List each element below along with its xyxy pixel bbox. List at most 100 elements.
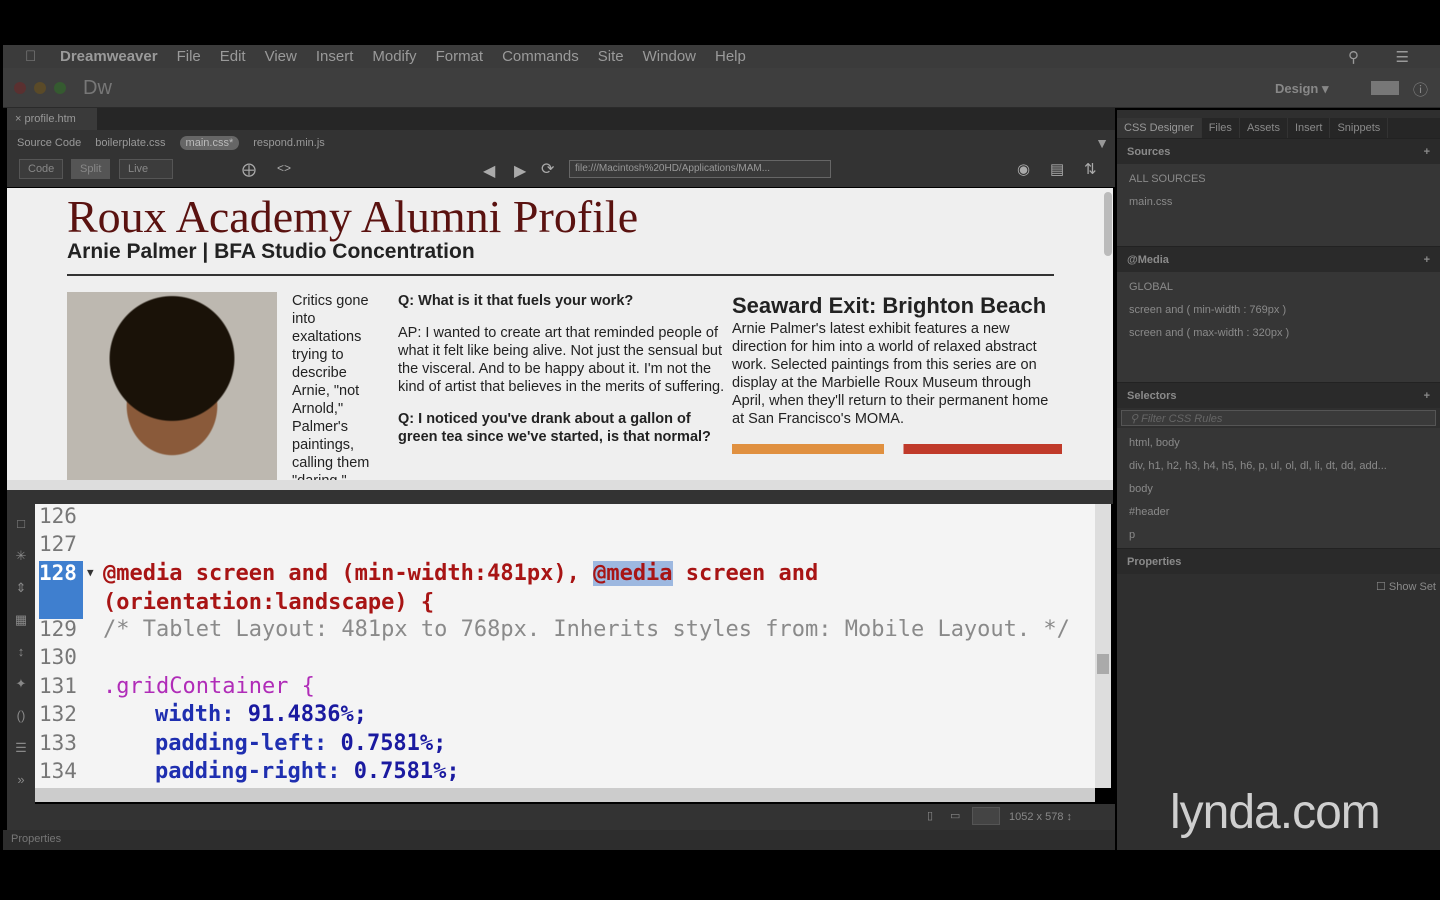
live-view-button[interactable]: Live xyxy=(119,159,174,179)
preview-browser-icon[interactable]: ◉ xyxy=(1017,160,1030,178)
balance-icon[interactable]: ↕ xyxy=(7,636,35,668)
menu-bar:  Dreamweaver File Edit View Insert Modi… xyxy=(3,45,1440,68)
more-icon[interactable]: » xyxy=(7,764,35,796)
tablet-size-icon[interactable]: ▭ xyxy=(950,809,960,822)
selector-item[interactable]: div, h1, h2, h3, h4, h5, h6, p, ul, ol, … xyxy=(1129,455,1428,478)
line-number: 130 xyxy=(39,645,77,669)
related-main-css[interactable]: main.css* xyxy=(179,135,240,150)
split-view-button[interactable]: Split xyxy=(71,159,111,179)
info-icon[interactable]: ⓘ xyxy=(1413,79,1428,100)
add-selector-button[interactable]: + xyxy=(1424,390,1430,402)
related-boilerplate[interactable]: boilerplate.css xyxy=(95,137,165,149)
related-source-code[interactable]: Source Code xyxy=(17,137,81,149)
show-set-checkbox[interactable]: ☐ xyxy=(1376,581,1389,593)
select-parent-icon[interactable]: ▦ xyxy=(7,604,35,636)
css-designer-panel: CSS Designer Files Assets Insert Snippet… xyxy=(1117,110,1440,850)
forward-icon[interactable]: ▶ xyxy=(514,161,526,181)
line-number: 126 xyxy=(39,504,77,528)
filter-icon[interactable]: ▼ xyxy=(1095,135,1109,151)
code-line-128c: screen and xyxy=(672,561,819,586)
menu-view[interactable]: View xyxy=(265,48,297,65)
line-number: 131 xyxy=(39,674,77,698)
menu-site[interactable]: Site xyxy=(598,48,624,65)
tab-assets[interactable]: Assets xyxy=(1240,118,1288,138)
address-bar[interactable]: file:///Macintosh%20HD/Applications/MAM.… xyxy=(569,160,831,178)
comment-icon[interactable]: () xyxy=(7,700,35,732)
refresh-icon[interactable]: ⟳ xyxy=(541,159,554,179)
tab-insert[interactable]: Insert xyxy=(1288,118,1331,138)
source-item[interactable]: main.css xyxy=(1129,191,1428,214)
css-value: 0.7581%; xyxy=(340,731,447,756)
menu-commands[interactable]: Commands xyxy=(502,48,579,65)
apple-icon[interactable]:  xyxy=(25,48,36,65)
add-media-button[interactable]: + xyxy=(1424,254,1430,266)
list-icon[interactable]: ☰ xyxy=(1396,48,1409,66)
menu-file[interactable]: File xyxy=(177,48,201,65)
window-size[interactable]: 1052 x 578 ↕ xyxy=(1009,811,1072,823)
media-item[interactable]: screen and ( min-width : 769px ) xyxy=(1129,299,1428,322)
file-management-icon[interactable]: ▤ xyxy=(1050,160,1064,178)
desktop-size-icon[interactable] xyxy=(972,807,1000,825)
line-number: 134 xyxy=(39,759,77,783)
filter-css-rules-input[interactable]: ⚲ Filter CSS Rules xyxy=(1121,410,1436,426)
app-title-bar: Dw Design ▾ ⓘ xyxy=(3,68,1440,108)
code-editor[interactable]: 126 127 128 ▼ @media screen and (min-wid… xyxy=(35,504,1095,788)
open-documents-icon[interactable]: □ xyxy=(7,508,35,540)
menu-format[interactable]: Format xyxy=(436,48,484,65)
selector-item[interactable]: html, body xyxy=(1129,432,1428,455)
menu-edit[interactable]: Edit xyxy=(220,48,246,65)
live-hscrollbar[interactable] xyxy=(7,480,1113,490)
media-heading: @Media xyxy=(1127,254,1169,266)
mobile-size-icon[interactable]: ▯ xyxy=(927,809,933,822)
minimize-window-button[interactable] xyxy=(34,82,46,94)
menu-modify[interactable]: Modify xyxy=(372,48,416,65)
selected-text: @media xyxy=(593,561,673,586)
live-scrollbar[interactable] xyxy=(1104,192,1112,256)
zoom-window-button[interactable] xyxy=(54,82,66,94)
indent-icon[interactable]: ☰ xyxy=(7,732,35,764)
format-icon[interactable]: ✦ xyxy=(7,668,35,700)
question-1: Q: What is it that fuels your work? xyxy=(398,293,634,309)
close-window-button[interactable] xyxy=(14,82,26,94)
media-item[interactable]: screen and ( max-width : 320px ) xyxy=(1129,322,1428,345)
document-tabs: × profile.htm xyxy=(7,108,1115,130)
expand-icon[interactable]: ⇕ xyxy=(7,572,35,604)
live-view: Roux Academy Alumni Profile Arnie Palmer… xyxy=(7,188,1113,480)
answer-1: AP: I wanted to create art that reminded… xyxy=(398,325,725,395)
tab-profile[interactable]: × profile.htm xyxy=(7,108,97,130)
tab-snippets[interactable]: Snippets xyxy=(1330,118,1389,138)
workspace-switcher[interactable]: Design ▾ xyxy=(1275,81,1328,97)
fold-icon[interactable]: ▼ xyxy=(87,566,94,579)
properties-panel-tab[interactable]: Properties xyxy=(3,830,1115,850)
critics-text: Critics gone into exaltations trying to … xyxy=(292,293,370,480)
menu-app[interactable]: Dreamweaver xyxy=(60,48,158,65)
inspect-icon[interactable]: ⨁ xyxy=(242,161,256,178)
status-bar: ▯ ▭ 1052 x 578 ↕ xyxy=(7,804,1115,830)
menu-window[interactable]: Window xyxy=(643,48,696,65)
source-item[interactable]: ALL SOURCES xyxy=(1129,168,1428,191)
css-property: width xyxy=(155,702,222,727)
selector-item[interactable]: #header xyxy=(1129,501,1428,524)
sync-settings-icon[interactable] xyxy=(1371,81,1399,95)
collapse-icon[interactable]: ✳ xyxy=(7,540,35,572)
add-source-button[interactable]: + xyxy=(1424,146,1430,158)
selector-item[interactable]: body xyxy=(1129,478,1428,501)
code-navigator-icon[interactable]: <> xyxy=(277,161,291,175)
coding-toolbar: □ ✳ ⇕ ▦ ↕ ✦ () ☰ » xyxy=(7,504,35,804)
split-handle[interactable] xyxy=(7,490,1113,504)
artwork-images xyxy=(732,444,1062,454)
interview: Q: What is it that fuels your work? AP: … xyxy=(398,292,728,460)
tab-files[interactable]: Files xyxy=(1202,118,1240,138)
menu-insert[interactable]: Insert xyxy=(316,48,354,65)
sort-icon[interactable]: ⇅ xyxy=(1084,160,1097,178)
search-icon[interactable]: ⚲ xyxy=(1348,48,1359,66)
menu-help[interactable]: Help xyxy=(715,48,746,65)
selector-item[interactable]: p xyxy=(1129,524,1428,547)
related-respond[interactable]: respond.min.js xyxy=(253,137,325,149)
code-view-button[interactable]: Code xyxy=(19,159,64,179)
tab-css-designer[interactable]: CSS Designer xyxy=(1117,118,1202,138)
back-icon[interactable]: ◀ xyxy=(483,161,495,181)
code-vscrollbar[interactable] xyxy=(1095,504,1111,788)
code-hscrollbar[interactable] xyxy=(35,788,1095,802)
media-item[interactable]: GLOBAL xyxy=(1129,276,1428,299)
